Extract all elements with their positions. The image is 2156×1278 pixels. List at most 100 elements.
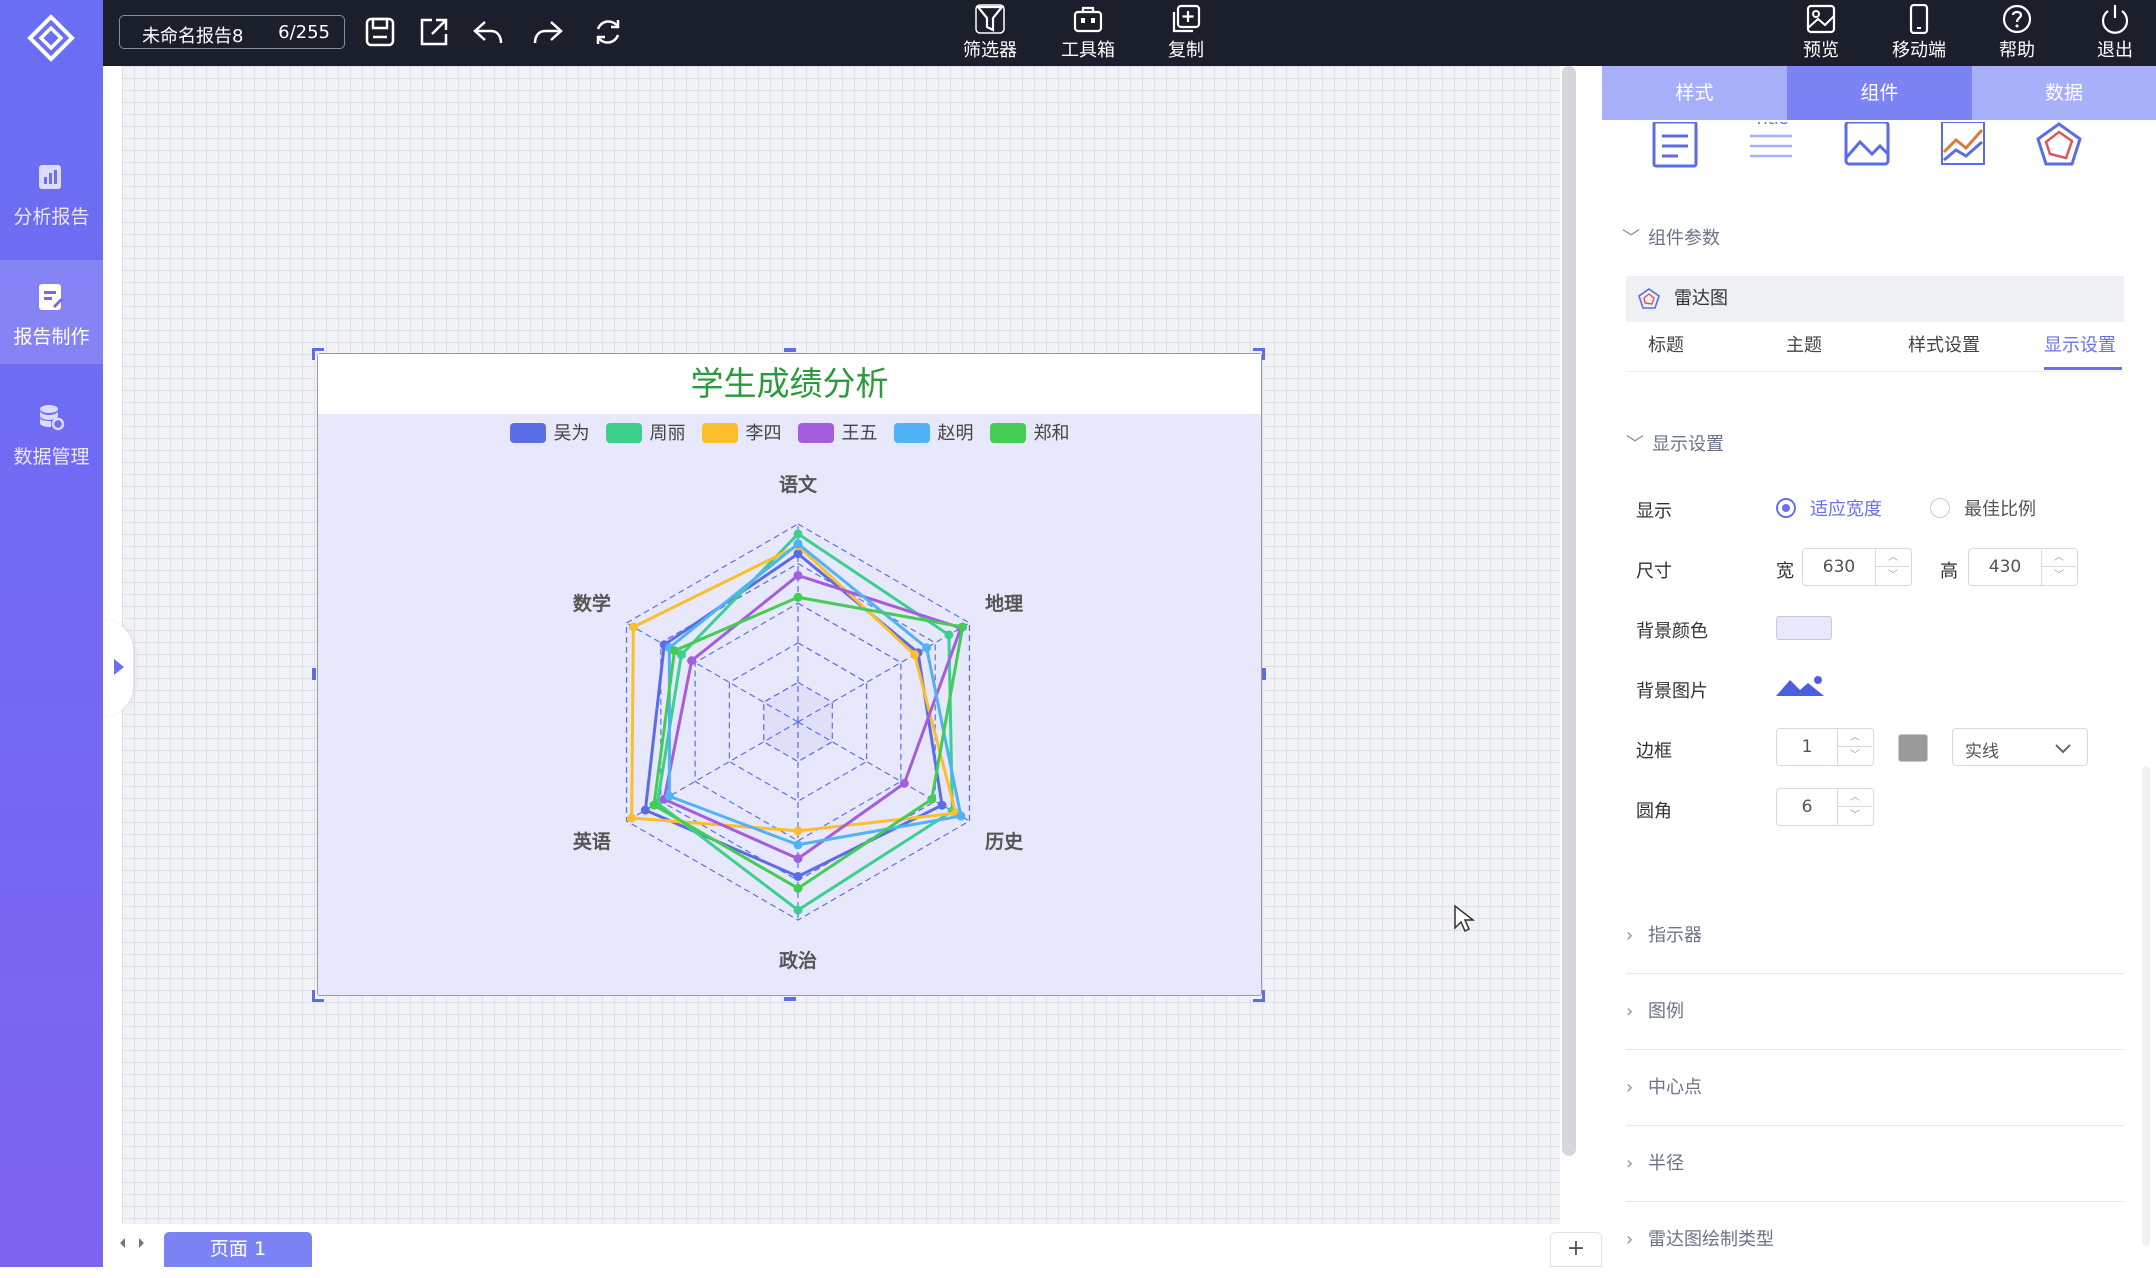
radius-stepper[interactable]: ︿ ﹀: [1837, 789, 1873, 825]
mobile-button[interactable]: 移动端: [1882, 0, 1956, 66]
resize-handle-bottom[interactable]: [784, 997, 796, 1001]
text-block-icon[interactable]: [1650, 122, 1700, 172]
refresh-icon[interactable]: [591, 15, 625, 49]
border-width-input[interactable]: 1 ︿ ﹀: [1776, 728, 1874, 766]
best-ratio-radio[interactable]: [1930, 498, 1950, 518]
width-stepper[interactable]: ︿ ﹀: [1875, 549, 1911, 585]
sidebar-collapse-toggle[interactable]: [103, 620, 133, 716]
redo-icon[interactable]: [531, 15, 565, 49]
resize-handle-left[interactable]: [312, 668, 316, 680]
radar-data-point: [793, 570, 803, 580]
radar-indicator-label: 政治: [779, 949, 817, 972]
page-tab-1[interactable]: 页面 1: [164, 1232, 312, 1267]
height-input[interactable]: 430 ︿ ﹀: [1968, 548, 2078, 586]
toolbox-button[interactable]: 工具箱: [1051, 0, 1125, 66]
border-width-stepper[interactable]: ︿ ﹀: [1837, 729, 1873, 765]
chevron-right-icon: ›: [1626, 1077, 1634, 1098]
component-params-title: 组件参数: [1648, 228, 1720, 249]
chevron-down-icon: ﹀: [1626, 434, 1644, 455]
width-input[interactable]: 630 ︿ ﹀: [1802, 548, 1912, 586]
radar-data-point: [793, 840, 803, 850]
title-text-icon[interactable]: Title: [1746, 122, 1796, 172]
component-params-header[interactable]: ﹀ 组件参数: [1622, 224, 1720, 250]
page-scroll-arrows-icon[interactable]: [119, 1236, 149, 1250]
exit-label: 退出: [2097, 40, 2133, 61]
subtab-title[interactable]: 标题: [1648, 324, 1684, 370]
radar-indicator-label: 历史: [985, 831, 1024, 853]
tab-components[interactable]: 组件: [1787, 66, 1972, 120]
image-icon[interactable]: [1842, 122, 1892, 172]
radar-data-point: [793, 539, 803, 549]
height-stepper[interactable]: ︿ ﹀: [2041, 549, 2077, 585]
radar-data-point: [664, 791, 674, 801]
preview-button[interactable]: 预览: [1784, 0, 1858, 66]
bg-image-label: 背景图片: [1636, 681, 1708, 702]
copy-button[interactable]: 复制: [1149, 0, 1223, 66]
bg-color-label: 背景颜色: [1636, 621, 1708, 642]
sidebar-item-analysis-report[interactable]: 分析报告: [0, 140, 103, 244]
sidebar-item-report-edit[interactable]: 报告制作: [0, 260, 103, 364]
toolbox-icon: [1073, 6, 1103, 33]
radar-data-point: [649, 800, 659, 810]
border-style-value: 实线: [1965, 742, 1999, 762]
section-label: 中心点: [1648, 1077, 1702, 1098]
radius-value: 6: [1801, 797, 1813, 817]
subtab-style-settings[interactable]: 样式设置: [1908, 324, 1980, 370]
line-chart-icon[interactable]: [1938, 122, 1988, 172]
radar-chart-icon[interactable]: [2034, 122, 2084, 172]
page-tab-bar: [103, 1224, 1560, 1267]
radar-data-point: [793, 854, 803, 864]
section-radius[interactable]: › 半径: [1626, 1126, 2124, 1202]
section-center[interactable]: › 中心点: [1626, 1050, 2124, 1126]
mountain-image-icon[interactable]: [1776, 674, 1826, 698]
export-icon[interactable]: [417, 15, 451, 49]
radar-chart-small-icon: [1638, 288, 1660, 309]
exit-button[interactable]: 退出: [2078, 0, 2152, 66]
undo-icon[interactable]: [471, 15, 505, 49]
app-logo-icon[interactable]: [27, 14, 75, 62]
best-ratio-label[interactable]: 最佳比例: [1964, 495, 2036, 521]
subtab-display-settings[interactable]: 显示设置: [2044, 324, 2122, 370]
help-button[interactable]: 帮助: [1980, 0, 2054, 66]
sidebar-item-data-management[interactable]: 数据管理: [0, 380, 103, 484]
preview-label: 预览: [1803, 40, 1839, 61]
radar-data-point: [922, 643, 932, 653]
border-color-swatch[interactable]: [1898, 734, 1928, 762]
subtab-theme[interactable]: 主题: [1786, 324, 1822, 370]
save-icon[interactable]: [363, 15, 397, 49]
resize-handle-top-left[interactable]: [312, 348, 324, 360]
section-indicator[interactable]: › 指示器: [1626, 898, 2124, 974]
selected-component-chip: 雷达图: [1626, 276, 2124, 322]
radar-chart-widget[interactable]: 学生成绩分析 吴为 周丽 李四 王五 赵明 郑和 语文 地理 历史 政治 英语 数学: [317, 353, 1262, 996]
resize-handle-right[interactable]: [1262, 668, 1266, 680]
canvas-scrollbar[interactable]: [1562, 66, 1576, 1156]
tab-style[interactable]: 样式: [1602, 66, 1787, 120]
bg-color-swatch[interactable]: [1776, 616, 1832, 640]
fit-width-label[interactable]: 适应宽度: [1810, 495, 1882, 521]
report-name: 未命名报告8: [142, 26, 244, 47]
mobile-label: 移动端: [1892, 40, 1946, 61]
border-style-select[interactable]: 实线: [1952, 728, 2088, 766]
radius-input[interactable]: 6 ︿ ﹀: [1776, 788, 1874, 826]
report-edit-icon: [39, 284, 63, 310]
resize-handle-top-right[interactable]: [1253, 348, 1265, 360]
filter-button[interactable]: 筛选器: [953, 0, 1027, 66]
section-legend[interactable]: › 图例: [1626, 974, 2124, 1050]
resize-handle-bottom-right[interactable]: [1253, 990, 1265, 1002]
chevron-down-icon: [2055, 744, 2071, 754]
fit-width-radio[interactable]: [1776, 498, 1796, 518]
tab-data[interactable]: 数据: [1972, 66, 2156, 120]
add-page-button[interactable]: +: [1550, 1232, 1602, 1267]
sidebar-item-label: 报告制作: [13, 326, 90, 348]
resize-handle-bottom-left[interactable]: [312, 990, 324, 1002]
sidebar-item-label: 数据管理: [13, 446, 90, 468]
radar-indicator-label: 英语: [573, 830, 611, 853]
resize-handle-top[interactable]: [784, 348, 796, 352]
radar-chart: 语文地理历史政治 英语 数学: [573, 473, 1024, 972]
toolbox-label: 工具箱: [1061, 40, 1115, 61]
display-settings-header[interactable]: ﹀ 显示设置: [1626, 430, 1724, 456]
chevron-right-icon: ›: [1626, 1153, 1634, 1174]
panel-scrollbar[interactable]: [2142, 766, 2150, 1246]
section-label: 图例: [1648, 1001, 1684, 1022]
report-name-box[interactable]: 未命名报告8 6/255: [119, 15, 345, 49]
